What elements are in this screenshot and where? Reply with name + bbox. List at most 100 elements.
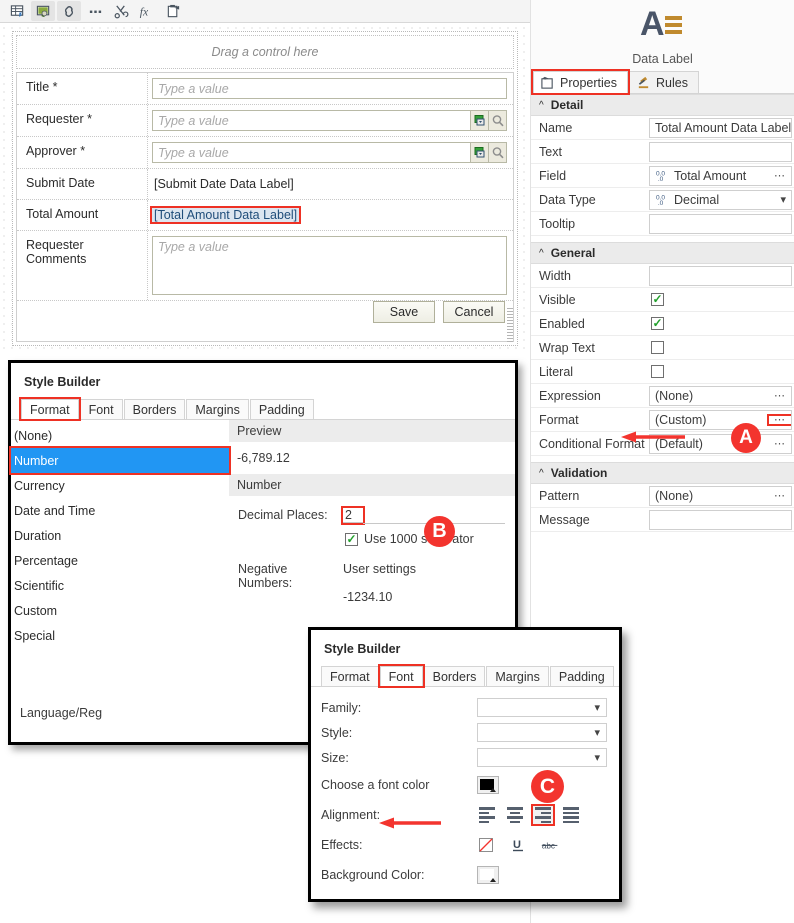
requester-input[interactable]: Type a value xyxy=(152,110,471,131)
format-category-custom[interactable]: Custom xyxy=(11,598,229,623)
property-value-field[interactable]: 0.0.0 Total Amount ⋯ xyxy=(649,165,792,186)
sb2-tab-margins[interactable]: Margins xyxy=(486,666,549,686)
property-value-tooltip[interactable] xyxy=(649,213,792,234)
format-category-duration[interactable]: Duration xyxy=(11,523,229,548)
cut-icon[interactable] xyxy=(109,1,133,21)
property-value-width[interactable] xyxy=(649,265,792,286)
format-category-none[interactable]: (None) xyxy=(11,423,229,448)
property-label-visible: Visible xyxy=(539,292,576,307)
property-label-tooltip: Tooltip xyxy=(539,216,576,231)
decimal-field-icon: 0.0.0 xyxy=(656,169,669,183)
format-category-special[interactable]: Special xyxy=(11,623,229,648)
title-input[interactable]: Type a value xyxy=(152,78,507,99)
resize-grip[interactable] xyxy=(507,308,513,342)
alignment-center-button[interactable] xyxy=(505,806,525,824)
alignment-left-button[interactable] xyxy=(477,806,497,824)
property-value-pattern[interactable]: (None) ⋯ xyxy=(649,485,792,506)
paste-icon[interactable] xyxy=(161,1,185,21)
property-value-name[interactable]: Total Amount Data Label xyxy=(649,117,792,138)
alignment-justify-button[interactable] xyxy=(561,806,581,824)
use-1000-separator-checkbox[interactable]: ✓ xyxy=(345,532,358,546)
chevron-down-icon[interactable]: ▾ xyxy=(775,193,791,206)
font-style-row: Style: ▾ xyxy=(311,720,619,745)
sb2-tab-borders[interactable]: Borders xyxy=(423,666,486,686)
sb1-tab-font[interactable]: Font xyxy=(79,399,123,419)
svg-text:.0: .0 xyxy=(658,200,664,206)
wrap-text-checkbox[interactable] xyxy=(651,341,664,354)
expression-ellipsis-button[interactable]: ⋯ xyxy=(769,390,791,401)
field-label-title: Title * xyxy=(17,73,148,104)
font-size-select[interactable]: ▾ xyxy=(477,748,607,767)
function-icon[interactable]: fx xyxy=(135,1,159,21)
property-row-data-type: Data Type 0.0.0 Decimal ▾ xyxy=(531,188,794,212)
total-amount-data-label[interactable]: [Total Amount Data Label] xyxy=(149,206,302,224)
requester-comments-textarea[interactable]: Type a value xyxy=(152,236,507,295)
sb2-tab-format[interactable]: Format xyxy=(321,666,379,686)
tab-rules[interactable]: Rules xyxy=(628,71,699,93)
literal-checkbox[interactable] xyxy=(651,365,664,378)
property-value-expression[interactable]: (None) ⋯ xyxy=(649,385,792,406)
underline-icon[interactable]: U xyxy=(509,837,527,853)
save-button[interactable]: Save xyxy=(373,301,435,323)
drag-control-dropzone[interactable]: Drag a control here xyxy=(16,35,514,69)
sb2-tab-font[interactable]: Font xyxy=(377,664,425,688)
negative-option-user-settings[interactable]: User settings xyxy=(343,562,416,576)
conditional-format-ellipsis-button[interactable]: ⋯ xyxy=(769,438,791,449)
section-header-general[interactable]: ^ General xyxy=(531,242,794,264)
use-1000-separator-row: ✓ Use 1000 separator xyxy=(229,524,515,546)
font-style-select[interactable]: ▾ xyxy=(477,723,607,742)
more-icon[interactable] xyxy=(83,1,107,21)
property-value-message[interactable] xyxy=(649,509,792,530)
cancel-button[interactable]: Cancel xyxy=(443,301,505,323)
format-category-list: (None) Number Currency Date and Time Dur… xyxy=(9,420,231,750)
image-icon[interactable] xyxy=(31,1,55,21)
format-category-date-and-time[interactable]: Date and Time xyxy=(11,498,229,523)
visible-checkbox[interactable]: ✓ xyxy=(651,293,664,306)
insert-table-icon[interactable] xyxy=(5,1,29,21)
decimal-places-input[interactable]: 2 xyxy=(341,506,365,525)
form-row-actions: Save Cancel xyxy=(17,300,513,341)
field-ellipsis-button[interactable]: ⋯ xyxy=(769,170,791,181)
pattern-ellipsis-button[interactable]: ⋯ xyxy=(769,490,791,501)
requester-search-icon[interactable] xyxy=(489,110,507,131)
enabled-checkbox[interactable]: ✓ xyxy=(651,317,664,330)
property-value-data-type[interactable]: 0.0.0 Decimal ▾ xyxy=(649,189,792,210)
negative-numbers-row: Negative Numbers: User settings -1234.10 xyxy=(229,546,515,604)
alignment-row: Alignment: xyxy=(311,800,619,830)
sb1-tab-borders[interactable]: Borders xyxy=(123,399,186,419)
format-category-number[interactable]: Number xyxy=(9,446,231,475)
font-family-select[interactable]: ▾ xyxy=(477,698,607,717)
no-color-icon[interactable] xyxy=(477,837,495,853)
font-color-swatch[interactable] xyxy=(477,776,499,794)
background-color-swatch[interactable] xyxy=(477,866,499,884)
property-value-format[interactable]: (Custom) ⋯ xyxy=(649,409,792,430)
property-value-text[interactable] xyxy=(649,141,792,162)
format-category-percentage[interactable]: Percentage xyxy=(11,548,229,573)
approver-picker-icon[interactable] xyxy=(471,142,489,163)
negative-option-minus-1234[interactable]: -1234.10 xyxy=(343,590,416,604)
chevron-down-icon: ▾ xyxy=(594,702,600,714)
style-builder-font-tabstrip: Format Font Borders Margins Padding xyxy=(311,664,619,688)
sb1-tab-padding[interactable]: Padding xyxy=(249,399,314,419)
property-value-conditional-format[interactable]: (Default) ⋯ xyxy=(649,433,792,454)
format-category-scientific[interactable]: Scientific xyxy=(11,573,229,598)
strikethrough-icon[interactable]: abc xyxy=(541,837,559,853)
format-category-currency[interactable]: Currency xyxy=(11,473,229,498)
decimal-places-row: Decimal Places: 2 xyxy=(229,496,515,525)
submit-date-data-label[interactable]: [Submit Date Data Label] xyxy=(152,177,294,191)
link-icon[interactable] xyxy=(57,1,81,21)
form-row-requester-comments: Requester Comments Type a value xyxy=(17,230,513,300)
section-header-validation[interactable]: ^ Validation xyxy=(531,462,794,484)
approver-input[interactable]: Type a value xyxy=(152,142,471,163)
alignment-right-button[interactable] xyxy=(531,804,555,826)
control-type-label: Data Label xyxy=(632,51,693,66)
sb2-tab-padding[interactable]: Padding xyxy=(549,666,614,686)
sb1-tab-margins[interactable]: Margins xyxy=(186,399,249,419)
sb1-tab-format[interactable]: Format xyxy=(19,397,81,421)
section-header-detail[interactable]: ^ Detail xyxy=(531,94,794,116)
font-color-row: Choose a font color xyxy=(311,770,619,800)
approver-search-icon[interactable] xyxy=(489,142,507,163)
format-ellipsis-button[interactable]: ⋯ xyxy=(767,413,791,426)
tab-properties[interactable]: Properties xyxy=(531,69,630,95)
requester-picker-icon[interactable] xyxy=(471,110,489,131)
